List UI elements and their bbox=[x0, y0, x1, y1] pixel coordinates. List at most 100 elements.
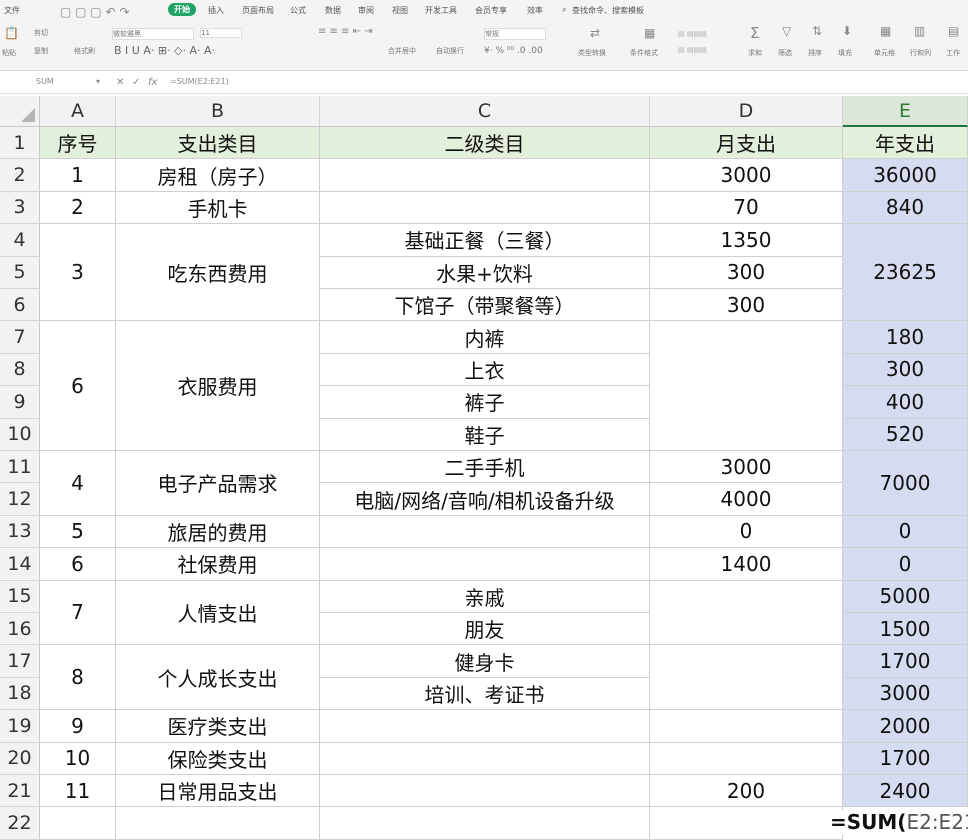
row-header-2[interactable]: 2 bbox=[0, 159, 40, 192]
cell-d7[interactable] bbox=[650, 321, 843, 451]
tab-member[interactable]: 会员专享 bbox=[475, 5, 507, 16]
cell-b2[interactable]: 房租（房子） bbox=[116, 159, 320, 192]
copy-button[interactable]: 复制 bbox=[34, 46, 48, 56]
sum-icon[interactable]: Σ bbox=[750, 24, 759, 42]
row-header-11[interactable]: 11 bbox=[0, 451, 40, 484]
tab-home[interactable]: 开始 bbox=[168, 3, 196, 16]
cell-e1[interactable]: 年支出 bbox=[843, 127, 968, 160]
row-header-7[interactable]: 7 bbox=[0, 321, 40, 354]
cell-d1[interactable]: 月支出 bbox=[650, 127, 843, 160]
row-header-16[interactable]: 16 bbox=[0, 613, 40, 646]
cell-c22[interactable] bbox=[320, 807, 650, 840]
cut-button[interactable]: 剪切 bbox=[34, 28, 48, 38]
select-all-corner[interactable] bbox=[0, 96, 40, 127]
cell-c4[interactable]: 基础正餐（三餐） bbox=[320, 224, 650, 257]
cell-a4[interactable]: 3 bbox=[40, 224, 116, 322]
cell-e13[interactable]: 0 bbox=[843, 515, 968, 549]
cell-e14[interactable]: 0 bbox=[843, 548, 968, 581]
cell-c13[interactable] bbox=[320, 515, 650, 549]
formula-input[interactable]: =SUM(E2:E21) bbox=[170, 77, 229, 86]
cell-a19[interactable]: 9 bbox=[40, 710, 116, 743]
cell-d12[interactable]: 4000 bbox=[650, 483, 843, 516]
cell-c11[interactable]: 二手手机 bbox=[320, 451, 650, 484]
cell-b11[interactable]: 电子产品需求 bbox=[116, 451, 320, 516]
cell-e16[interactable]: 1500 bbox=[843, 613, 968, 646]
cell-a22[interactable] bbox=[40, 807, 116, 840]
cell-d15[interactable] bbox=[650, 580, 843, 646]
type-convert-icon[interactable]: ⇄ bbox=[590, 26, 600, 40]
cell-c16[interactable]: 朋友 bbox=[320, 613, 650, 646]
menu-file[interactable]: 文件 bbox=[4, 5, 20, 16]
cell-a3[interactable]: 2 bbox=[40, 191, 116, 225]
function-icon[interactable]: fx bbox=[148, 77, 157, 88]
cell-a13[interactable]: 5 bbox=[40, 515, 116, 549]
fill-icon[interactable]: ⬇ bbox=[842, 24, 852, 38]
cell-e15[interactable]: 5000 bbox=[843, 580, 968, 613]
cell-c6[interactable]: 下馆子（带聚餐等） bbox=[320, 289, 650, 322]
cell-b4[interactable]: 吃东西费用 bbox=[116, 224, 320, 322]
tab-efficiency[interactable]: 效率 bbox=[527, 5, 543, 16]
cell-button[interactable]: 单元格 bbox=[874, 48, 895, 58]
cell-e4[interactable]: 23625 bbox=[843, 224, 968, 322]
row-header-22[interactable]: 22 bbox=[0, 807, 40, 840]
cell-e20[interactable]: 1700 bbox=[843, 742, 968, 775]
cell-b15[interactable]: 人情支出 bbox=[116, 580, 320, 646]
cell-e17[interactable]: 1700 bbox=[843, 645, 968, 678]
row-col-icon[interactable]: ▥ bbox=[914, 24, 925, 38]
cell-b14[interactable]: 社保费用 bbox=[116, 548, 320, 581]
filter-button[interactable]: 筛选 bbox=[778, 48, 792, 58]
cell-e9[interactable]: 400 bbox=[843, 386, 968, 419]
tab-insert[interactable]: 插入 bbox=[208, 5, 224, 16]
row-header-18[interactable]: 18 bbox=[0, 677, 40, 711]
cell-d13[interactable]: 0 bbox=[650, 515, 843, 549]
cell-d4[interactable]: 1350 bbox=[650, 224, 843, 257]
command-search[interactable]: 查找命令、搜索模板 bbox=[572, 5, 644, 16]
fill-button[interactable]: 填充 bbox=[838, 48, 852, 58]
cell-d21[interactable]: 200 bbox=[650, 775, 843, 808]
cell-b17[interactable]: 个人成长支出 bbox=[116, 645, 320, 711]
search-icon[interactable]: ⌕ bbox=[562, 5, 566, 15]
worksheet-button[interactable]: 工作 bbox=[946, 48, 960, 58]
row-header-6[interactable]: 6 bbox=[0, 289, 40, 322]
tab-review[interactable]: 审阅 bbox=[358, 5, 374, 16]
cell-e3[interactable]: 840 bbox=[843, 191, 968, 225]
cell-e7[interactable]: 180 bbox=[843, 321, 968, 354]
cell-b21[interactable]: 日常用品支出 bbox=[116, 775, 320, 808]
font-size-select[interactable]: 11 bbox=[200, 28, 242, 38]
row-header-15[interactable]: 15 bbox=[0, 580, 40, 613]
cell-d3[interactable]: 70 bbox=[650, 191, 843, 225]
tab-data[interactable]: 数据 bbox=[325, 5, 341, 16]
cell-b7[interactable]: 衣服费用 bbox=[116, 321, 320, 451]
worksheet-icon[interactable]: ▤ bbox=[948, 24, 959, 38]
cell-c9[interactable]: 裤子 bbox=[320, 386, 650, 419]
quick-access-icons[interactable]: ▢ ▢ ▢ ↶ ↷ bbox=[60, 5, 129, 19]
cell-b20[interactable]: 保险类支出 bbox=[116, 742, 320, 775]
cell-e2[interactable]: 36000 bbox=[843, 159, 968, 192]
format-painter-button[interactable]: 格式刷 bbox=[74, 46, 95, 56]
cell-a21[interactable]: 11 bbox=[40, 775, 116, 808]
row-header-21[interactable]: 21 bbox=[0, 775, 40, 808]
row-header-10[interactable]: 10 bbox=[0, 418, 40, 451]
row-col-button[interactable]: 行和列 bbox=[910, 48, 931, 58]
row-header-9[interactable]: 9 bbox=[0, 386, 40, 419]
row-header-12[interactable]: 12 bbox=[0, 483, 40, 516]
cell-c2[interactable] bbox=[320, 159, 650, 192]
cell-c17[interactable]: 健身卡 bbox=[320, 645, 650, 678]
cell-a14[interactable]: 6 bbox=[40, 548, 116, 581]
cell-b22[interactable] bbox=[116, 807, 320, 840]
cell-c3[interactable] bbox=[320, 191, 650, 225]
row-header-4[interactable]: 4 bbox=[0, 224, 40, 257]
number-format-select[interactable]: 常规 bbox=[484, 28, 546, 40]
cell-d2[interactable]: 3000 bbox=[650, 159, 843, 192]
cell-c10[interactable]: 鞋子 bbox=[320, 418, 650, 451]
cell-c1[interactable]: 二级类目 bbox=[320, 127, 650, 160]
confirm-icon[interactable]: ✓ bbox=[132, 77, 140, 88]
column-header-b[interactable]: B bbox=[116, 96, 320, 127]
font-style-icons[interactable]: B I U A· ⊞· ◇· A· A· bbox=[114, 44, 215, 57]
cell-e21[interactable]: 2400 bbox=[843, 775, 968, 808]
cell-a11[interactable]: 4 bbox=[40, 451, 116, 516]
column-header-e[interactable]: E bbox=[843, 96, 968, 127]
row-header-17[interactable]: 17 bbox=[0, 645, 40, 678]
cell-a20[interactable]: 10 bbox=[40, 742, 116, 775]
filter-icon[interactable]: ▽ bbox=[782, 24, 791, 38]
